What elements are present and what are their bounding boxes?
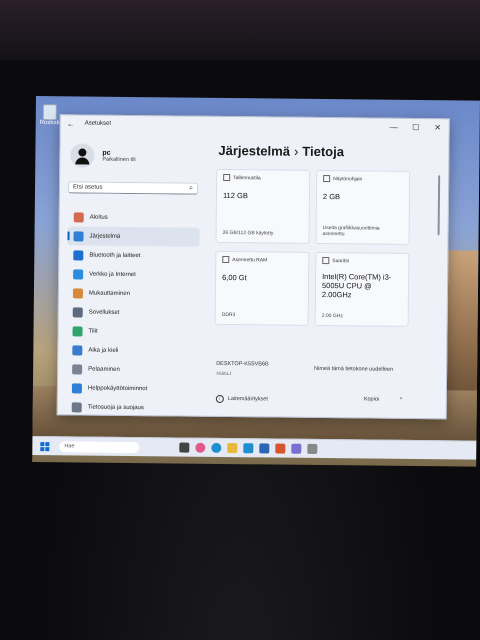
sidebar-item-label: Tietosuoja ja suojaus	[87, 404, 144, 411]
sidebar-item[interactable]: Aika ja kieli	[66, 340, 198, 360]
sidebar-item-label: Helppokäyttötoiminnot	[87, 385, 148, 392]
sidebar-item-label: Bluetooth ja laitteet	[89, 252, 141, 259]
card-value: 112 GB	[222, 190, 248, 201]
taskbar: Hae	[32, 435, 477, 460]
user-profile[interactable]: pc Paikallinen tili	[70, 143, 136, 168]
sidebar-item[interactable]: Bluetooth ja laitteet	[67, 245, 199, 265]
settings-gear-icon[interactable]	[307, 443, 318, 454]
card-subtext: 26 GB/112 GB käytetty	[222, 229, 274, 237]
card-subtext: Useita grafiikkasuorittimia asennettu	[322, 225, 380, 238]
sidebar-item[interactable]: Mukauttaminen	[67, 283, 199, 303]
file-explorer-icon[interactable]	[227, 443, 238, 454]
breadcrumb-parent[interactable]: Järjestelmä	[218, 143, 290, 159]
search-icon[interactable]: ⌕	[189, 185, 193, 193]
settings-window: ← Asetukset — ☐ ✕ pc Paikallinen tili Et…	[56, 114, 450, 420]
edge-icon[interactable]	[211, 442, 222, 453]
sidebar-item[interactable]: Järjestelmä	[67, 226, 200, 247]
card-value: 2 GB	[322, 192, 341, 202]
sidebar-item-label: Pelaaminen	[88, 366, 120, 373]
sidebar-item-label: Järjestelmä	[89, 233, 121, 240]
card-subtext: 2.00 GHz	[321, 313, 343, 320]
store-icon[interactable]	[243, 443, 254, 454]
graphics-card[interactable]: Näytönohjain 2 GB Useita grafiikkasuorit…	[315, 169, 411, 245]
device-model: X555LJ	[216, 370, 232, 377]
sidebar-item-label: Mukauttaminen	[88, 290, 130, 297]
breadcrumb-current: Tietoja	[302, 143, 345, 160]
about-page: Järjestelmä › Tietoja Tallennustila 112 GB…	[208, 133, 443, 418]
gamepad-icon	[72, 363, 83, 374]
recycle-bin-icon	[42, 104, 57, 121]
close-icon[interactable]: ✕	[427, 123, 449, 132]
processor-card[interactable]: Suoritin Intel(R) Core(TM) i3-5005U CPU …	[314, 251, 410, 327]
globe-icon	[72, 344, 83, 355]
outlook-icon[interactable]	[259, 443, 270, 454]
sidebar-item-label: Aloitus	[89, 214, 108, 221]
device-specs-label: Laitemääritykset	[227, 396, 268, 403]
task-view-icon[interactable]	[179, 442, 190, 453]
device-specs-section[interactable]: i Laitemääritykset	[215, 394, 268, 404]
info-icon: i	[215, 394, 224, 403]
network-icon	[73, 268, 84, 280]
sidebar-menu: Aloitus Järjestelmä Bluetooth ja laitteet V…	[66, 207, 200, 417]
sidebar-item[interactable]: Helppokäyttötoiminnot	[66, 378, 198, 398]
start-button[interactable]	[40, 441, 50, 451]
shield-icon	[71, 401, 82, 412]
graphics-icon	[323, 175, 331, 183]
system-icon	[73, 230, 84, 242]
sidebar-item[interactable]: Tietosuoja ja suojaus	[66, 397, 198, 417]
card-value: Intel(R) Core(TM) i3-5005U CPU @ 2.00GHz	[321, 272, 392, 300]
recycle-bin-desktop-icon[interactable]: Roskak.	[39, 104, 62, 127]
card-subtext: DDR3	[221, 311, 236, 319]
screen: Roskak. ← Asetukset — ☐ ✕ pc Paikallinen…	[32, 96, 480, 467]
home-icon	[73, 211, 84, 223]
copilot-icon[interactable]	[195, 442, 206, 453]
taskbar-search-placeholder: Hae	[64, 443, 75, 450]
sidebar-item[interactable]: Sovellukset	[67, 302, 199, 322]
taskbar-search[interactable]: Hae	[59, 440, 140, 453]
sidebar-item-label: Tilit	[88, 328, 98, 335]
card-label: Suoritin	[332, 257, 350, 264]
paint-brush-icon	[72, 287, 83, 299]
desktop-icon-label: Roskak.	[39, 120, 62, 127]
scrollbar[interactable]	[437, 175, 441, 236]
settings-search-input[interactable]: Etsi asetus ⌕	[67, 181, 199, 195]
copy-button[interactable]: Kopioi	[364, 396, 379, 402]
ram-card[interactable]: Asennettu RAM 6,00 Gt DDR3	[214, 250, 310, 326]
sidebar-item-label: Verkko ja Internet	[89, 271, 136, 278]
sidebar-item[interactable]: Tilit	[66, 321, 198, 341]
chevron-up-icon[interactable]: ^	[400, 397, 403, 403]
monitor-top-edge	[0, 0, 480, 60]
sidebar-item[interactable]: Verkko ja Internet	[67, 264, 199, 284]
sidebar-item[interactable]: Pelaaminen	[66, 359, 198, 379]
account-type: Paikallinen tili	[102, 156, 136, 163]
window-title: Asetukset	[84, 120, 112, 127]
rename-pc-button[interactable]: Nimeä tämä tietokone uudelleen	[314, 366, 393, 373]
breadcrumb-separator: ›	[293, 143, 299, 159]
sidebar-item[interactable]: Aloitus	[68, 207, 200, 227]
teams-icon[interactable]	[291, 443, 302, 454]
accounts-icon	[72, 325, 83, 336]
storage-icon	[223, 173, 231, 182]
device-name: DESKTOP-K5SVB6B	[216, 360, 269, 368]
office-icon[interactable]	[275, 443, 286, 454]
apps-icon	[72, 306, 83, 318]
processor-icon	[322, 257, 330, 265]
card-value: 6,00 Gt	[222, 272, 247, 283]
memory-icon	[222, 255, 230, 264]
search-placeholder: Etsi asetus	[73, 184, 103, 191]
card-label: Tallennustila	[233, 174, 261, 181]
card-label: Asennettu RAM	[232, 256, 268, 263]
maximize-icon[interactable]: ☐	[405, 122, 427, 131]
storage-card[interactable]: Tallennustila 112 GB 26 GB/112 GB käytet…	[215, 168, 311, 244]
back-arrow-icon[interactable]: ←	[67, 119, 79, 128]
sidebar-item-label: Aika ja kieli	[88, 347, 119, 354]
page-title: Järjestelmä › Tietoja	[218, 143, 442, 160]
accessibility-icon	[71, 382, 82, 393]
sidebar: pc Paikallinen tili Etsi asetus ⌕ Aloitu…	[58, 131, 201, 415]
card-label: Näytönohjain	[333, 175, 363, 182]
sidebar-item-label: Sovellukset	[88, 309, 120, 316]
bluetooth-icon	[73, 249, 84, 261]
minimize-icon[interactable]: —	[383, 122, 405, 131]
avatar	[70, 143, 95, 168]
